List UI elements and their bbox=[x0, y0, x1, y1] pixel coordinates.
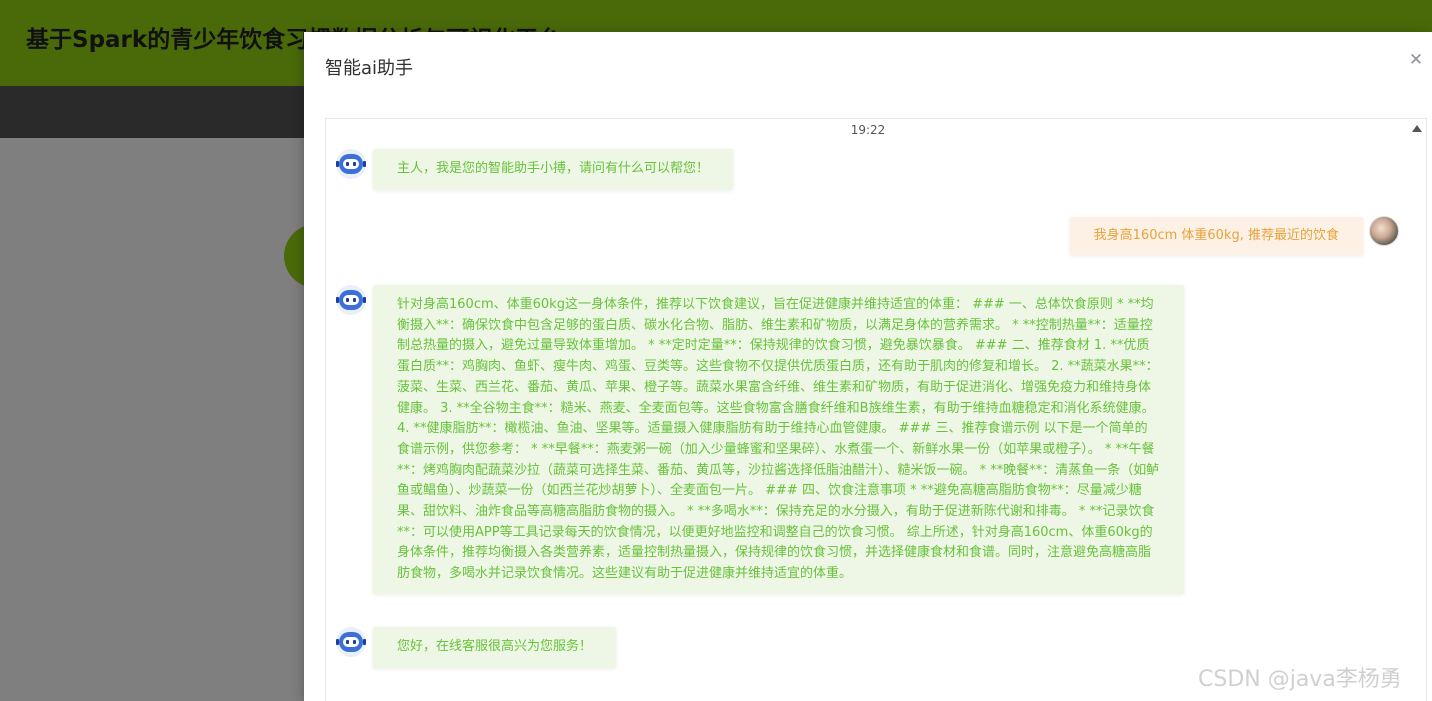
close-icon[interactable]: ✕ bbox=[1408, 52, 1424, 69]
scroll-up-arrow-icon[interactable] bbox=[1412, 125, 1422, 132]
chat-timestamp: 19:22 bbox=[850, 123, 886, 137]
robot-avatar-icon bbox=[336, 149, 366, 179]
user-message: 我身高160cm 体重60kg, 推荐最近的饮食 bbox=[1069, 217, 1363, 255]
robot-avatar-icon bbox=[336, 285, 366, 315]
bot-message: 主人，我是您的智能助手小搏，请问有什么可以帮您！ bbox=[373, 149, 734, 190]
user-avatar bbox=[1369, 216, 1399, 246]
chat-window[interactable]: 19:22 主人，我是您的智能助手小搏，请问有什么可以帮您！ 我身高160cm … bbox=[325, 118, 1427, 701]
ai-assistant-dialog: 智能ai助手 ✕ 19:22 主人，我是您的智能助手小搏，请问有什么可以帮您！ … bbox=[304, 32, 1432, 701]
robot-avatar-icon bbox=[336, 627, 366, 657]
watermark: CSDN @java李杨勇 bbox=[1198, 667, 1402, 692]
dialog-title: 智能ai助手 bbox=[325, 58, 414, 79]
bot-message: 针对身高160cm、体重60kg这一身体条件，推荐以下饮食建议，旨在促进健康并维… bbox=[373, 285, 1184, 594]
bot-message: 您好，在线客服很高兴为您服务！ bbox=[373, 627, 617, 668]
